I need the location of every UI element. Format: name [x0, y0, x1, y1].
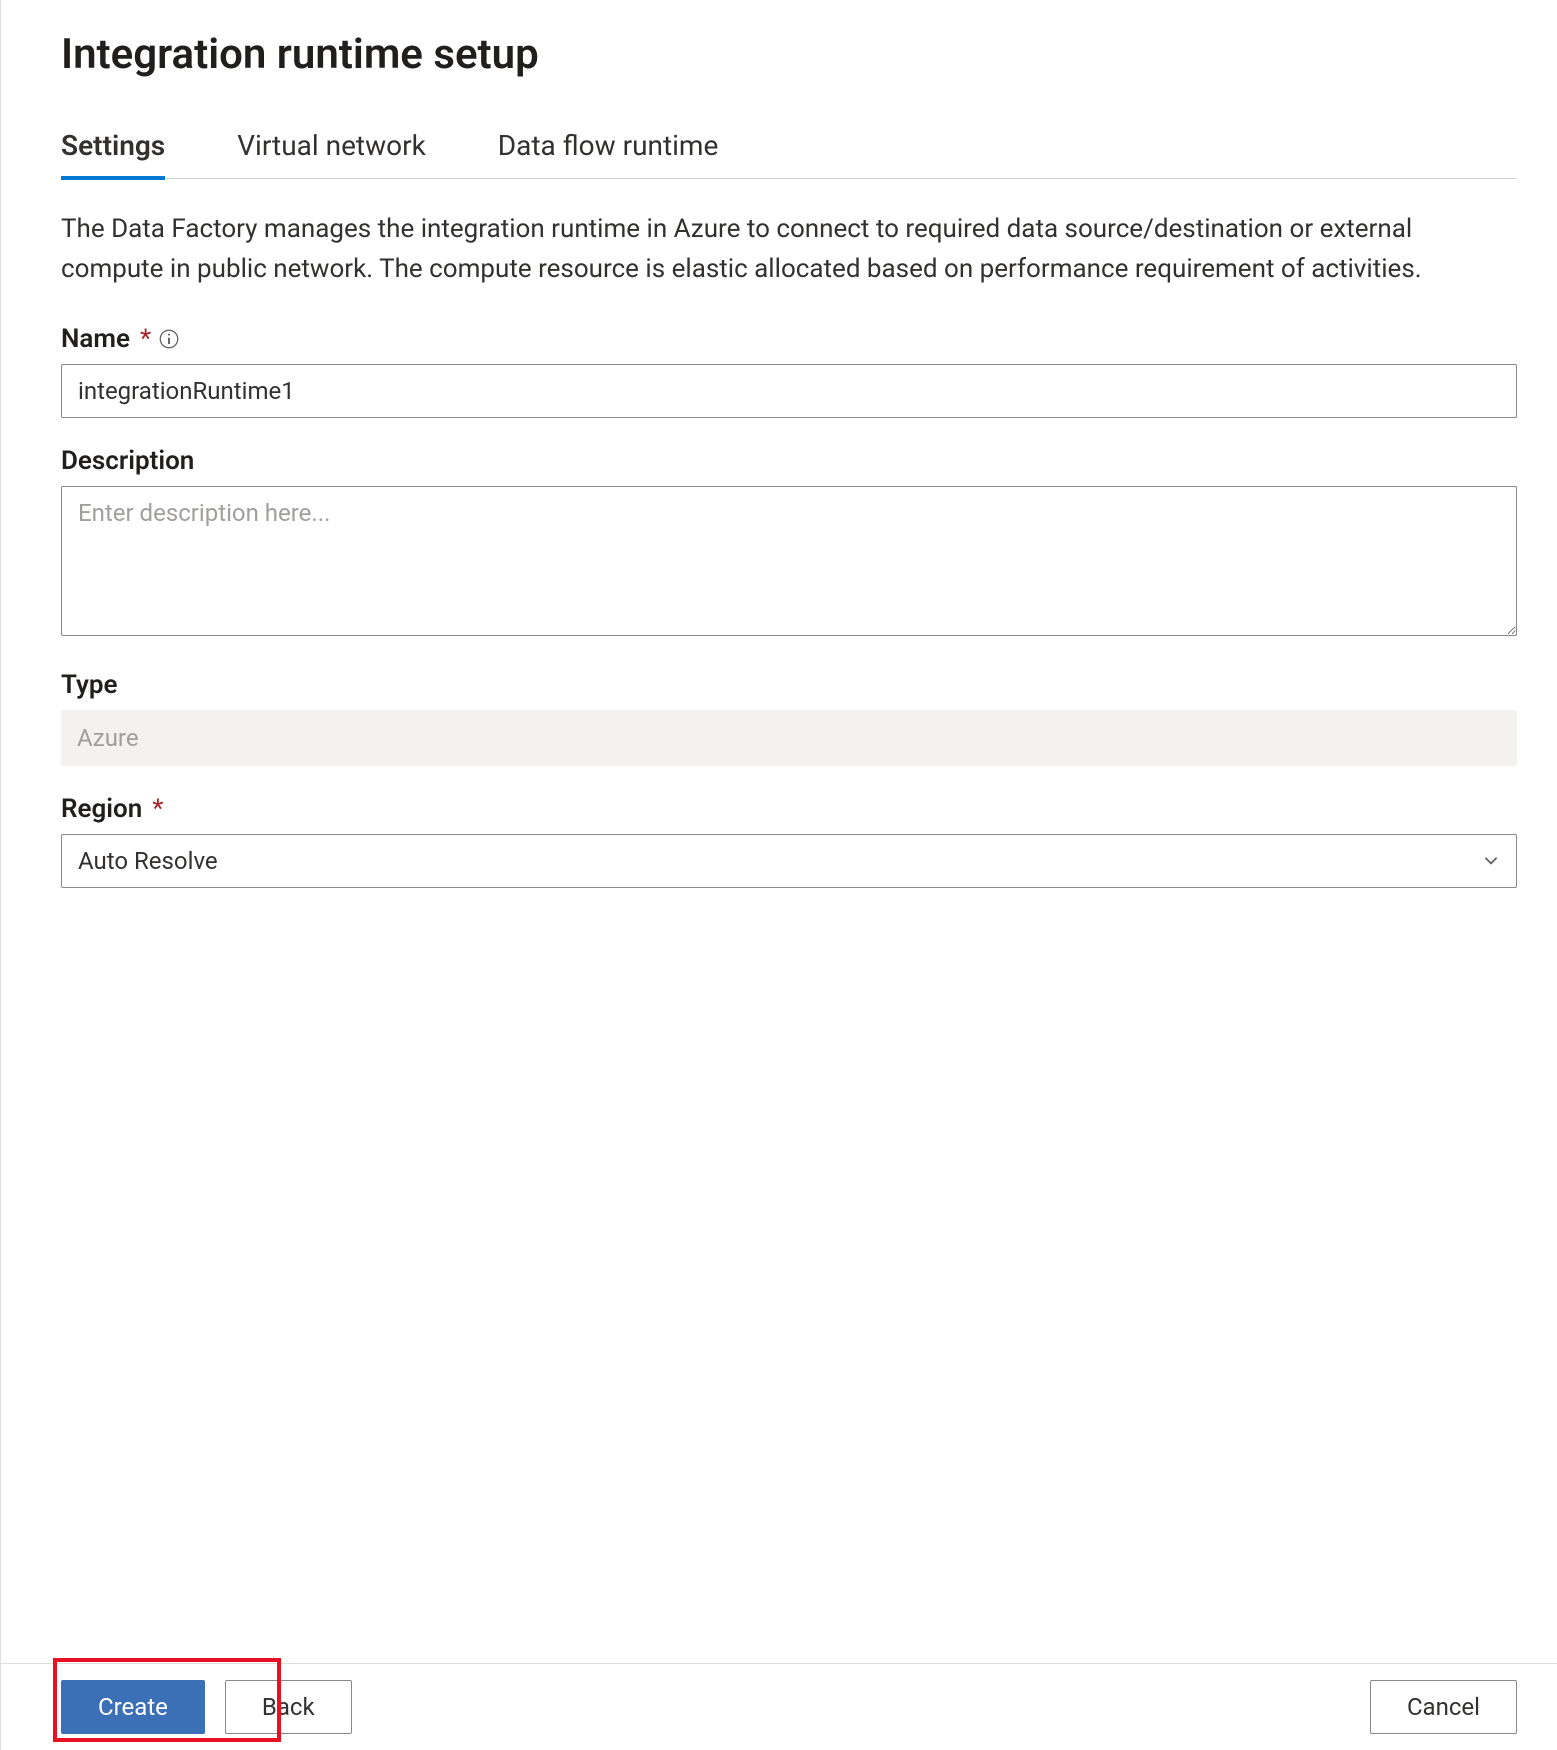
footer-bar: Create Back Cancel — [1, 1663, 1557, 1750]
description-field: Description — [61, 446, 1517, 642]
region-label: Region * — [61, 794, 1517, 824]
name-label-text: Name — [61, 324, 130, 354]
required-indicator: * — [140, 324, 151, 354]
back-button[interactable]: Back — [225, 1680, 352, 1734]
tab-settings[interactable]: Settings — [61, 119, 165, 180]
name-input[interactable] — [61, 364, 1517, 418]
create-button[interactable]: Create — [61, 1680, 205, 1734]
region-select[interactable]: Auto Resolve — [61, 834, 1517, 888]
description-label: Description — [61, 446, 1517, 476]
page-title: Integration runtime setup — [61, 30, 1517, 79]
region-select-value: Auto Resolve — [78, 847, 218, 875]
description-input[interactable] — [61, 486, 1517, 636]
tab-bar: Settings Virtual network Data flow runti… — [61, 119, 1517, 179]
name-label: Name * — [61, 324, 1517, 354]
chevron-down-icon — [1482, 847, 1500, 875]
type-label-text: Type — [61, 670, 118, 700]
cancel-button[interactable]: Cancel — [1370, 1680, 1517, 1734]
integration-runtime-panel: Integration runtime setup Settings Virtu… — [0, 0, 1557, 1750]
type-readonly: Azure — [61, 710, 1517, 766]
region-field: Region * Auto Resolve — [61, 794, 1517, 888]
region-label-text: Region — [61, 794, 142, 824]
type-field: Type Azure — [61, 670, 1517, 766]
description-label-text: Description — [61, 446, 194, 476]
required-indicator: * — [152, 794, 163, 824]
tab-data-flow-runtime[interactable]: Data flow runtime — [498, 119, 719, 180]
type-label: Type — [61, 670, 1517, 700]
tab-virtual-network[interactable]: Virtual network — [237, 119, 426, 180]
info-icon[interactable] — [159, 329, 179, 349]
tab-description: The Data Factory manages the integration… — [61, 209, 1517, 290]
name-field: Name * — [61, 324, 1517, 418]
